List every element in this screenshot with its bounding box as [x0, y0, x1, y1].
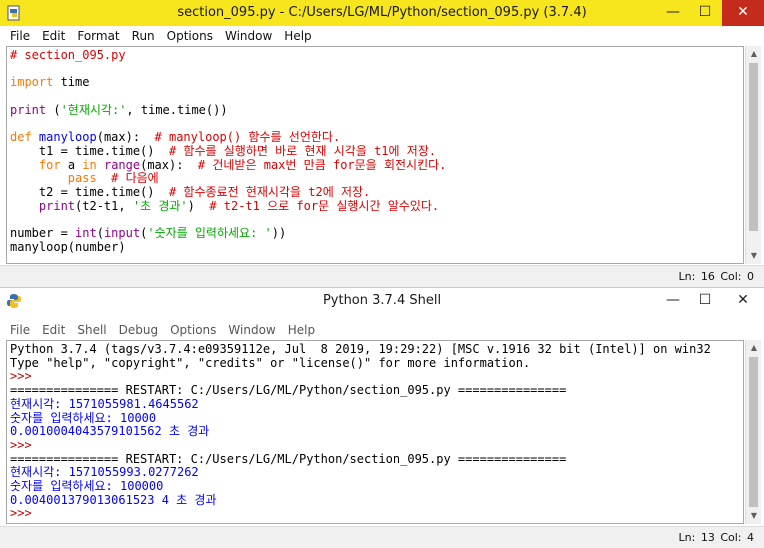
code-string: '초 경과'	[132, 198, 188, 213]
code-text-span	[97, 171, 111, 185]
code-text-span: (	[96, 226, 104, 241]
shell-menubar: File Edit Shell Debug Options Window Hel…	[0, 320, 764, 340]
code-comment: # 다음에	[111, 171, 159, 186]
code-comment: # t2-t1 으로 for문 실행시간 알수있다.	[209, 198, 440, 213]
shell-prompt: >>>	[10, 369, 39, 384]
menu-debug[interactable]: Debug	[113, 323, 164, 337]
code-text-span: (max):	[96, 130, 155, 145]
editor-menubar: File Edit Format Run Options Window Help	[0, 26, 764, 46]
code-builtin: input	[103, 226, 141, 241]
menu-shell[interactable]: Shell	[71, 323, 112, 337]
restart-line: =============== RESTART: C:/Users/LG/ML/…	[10, 451, 567, 466]
menu-options[interactable]: Options	[164, 323, 222, 337]
code-text-span: (max):	[140, 157, 198, 172]
menu-window[interactable]: Window	[219, 29, 278, 43]
menu-edit[interactable]: Edit	[36, 323, 71, 337]
code-text-span	[10, 171, 68, 185]
code-comment: # 건네받은 max번 만큼 for문을 회전시킨다.	[197, 157, 447, 172]
shell-titlebar[interactable]: Python 3.7.4 Shell — ☐ ✕	[0, 288, 764, 314]
code-text-span: time	[53, 75, 90, 90]
editor-scrollbar[interactable]: ▲ ▼	[745, 46, 761, 264]
code-keyword: for	[38, 157, 61, 172]
output-line: 현재시각: 1571055993.0277262	[10, 465, 199, 480]
code-text-span: , time.time())	[126, 102, 228, 117]
code-string: '숫자를 입력하세요: '	[147, 226, 272, 241]
shell-output[interactable]: Python 3.7.4 (tags/v3.7.4:e09359112e, Ju…	[6, 340, 744, 524]
output-line: 숫자를 입력하세요: 100000	[10, 479, 164, 494]
code-text-span: manyloop(number)	[10, 239, 126, 254]
restart-line: =============== RESTART: C:/Users/LG/ML/…	[10, 383, 567, 398]
code-function-name: manyloop	[38, 130, 97, 145]
menu-window[interactable]: Window	[222, 323, 281, 337]
code-text: # section_095.py ​ import time ​ print (…	[7, 47, 743, 255]
code-text-span: t2 = time.time()	[10, 185, 169, 200]
code-text-span: (t2-t1,	[75, 198, 133, 213]
output-line: 0.0010004043579101562 초 경과	[10, 424, 210, 439]
code-keyword: in	[82, 157, 97, 172]
output-line: 현재시각: 1571055981.4645562	[10, 396, 199, 411]
scroll-thumb[interactable]	[749, 357, 758, 507]
shell-window-title: Python 3.7.4 Shell	[322, 293, 442, 308]
code-text-span	[10, 199, 39, 213]
code-comment: # section_095.py	[10, 48, 126, 62]
scroll-thumb[interactable]	[749, 63, 758, 231]
code-keyword: import	[10, 75, 54, 90]
editor-statusbar: Ln: 16 Col: 0	[0, 265, 764, 287]
scroll-down-arrow-icon[interactable]: ▼	[746, 248, 762, 264]
menu-format[interactable]: Format	[71, 29, 125, 43]
minimize-button[interactable]: —	[656, 288, 690, 314]
menu-run[interactable]: Run	[126, 29, 161, 43]
close-button[interactable]: ✕	[722, 0, 764, 26]
shell-banner: Type "help", "copyright", "credits" or "…	[10, 355, 531, 370]
code-builtin: print	[10, 102, 47, 117]
menu-edit[interactable]: Edit	[36, 29, 71, 43]
code-keyword: pass	[67, 171, 97, 186]
scroll-up-arrow-icon[interactable]: ▲	[746, 340, 762, 356]
shell-text: Python 3.7.4 (tags/v3.7.4:e09359112e, Ju…	[7, 341, 743, 521]
output-line: 0.004001379013061523 4 초 경과	[10, 492, 217, 507]
code-text-span: ))	[271, 226, 287, 241]
menu-file[interactable]: File	[4, 29, 36, 43]
code-text-span	[32, 130, 39, 144]
cursor-position: Ln: 13 Col: 4	[678, 531, 754, 544]
code-text-span: (	[46, 102, 61, 117]
scroll-up-arrow-icon[interactable]: ▲	[746, 46, 762, 62]
code-text-span: )	[187, 198, 210, 213]
maximize-button[interactable]: ☐	[688, 288, 722, 314]
shell-prompt: >>>	[10, 437, 39, 452]
code-comment: # manyloop() 함수를 선언한다.	[154, 130, 341, 145]
code-keyword: def	[10, 130, 32, 145]
code-string: '현재시각:'	[60, 102, 127, 117]
menu-help[interactable]: Help	[278, 29, 317, 43]
menu-help[interactable]: Help	[282, 323, 321, 337]
menu-file[interactable]: File	[4, 323, 36, 337]
code-comment: # 함수를 실행하면 바로 현재 시각을 t1에 저장.	[168, 143, 437, 158]
code-text-span: a	[60, 157, 83, 172]
maximize-button[interactable]: ☐	[688, 0, 722, 26]
shell-banner: Python 3.7.4 (tags/v3.7.4:e09359112e, Ju…	[10, 342, 711, 356]
code-text-span: number =	[10, 226, 76, 241]
minimize-button[interactable]: —	[656, 0, 690, 26]
code-comment: # 함수종료전 현재시각을 t2에 저장.	[168, 185, 371, 200]
cursor-position: Ln: 16 Col: 0	[678, 270, 754, 283]
output-line: 숫자를 입력하세요: 10000	[10, 410, 157, 425]
code-text-span	[97, 158, 104, 172]
editor-window: section_095.py - C:/Users/LG/ML/Python/s…	[0, 0, 764, 288]
code-text-span: t1 = time.time()	[10, 143, 169, 158]
shell-prompt: >>>	[10, 506, 39, 521]
close-button[interactable]: ✕	[722, 288, 764, 314]
editor-titlebar[interactable]: section_095.py - C:/Users/LG/ML/Python/s…	[0, 0, 764, 26]
editor-window-title: section_095.py - C:/Users/LG/ML/Python/s…	[177, 5, 587, 20]
code-builtin: print	[38, 198, 76, 213]
code-builtin: int	[75, 226, 97, 241]
code-builtin: range	[103, 157, 141, 172]
shell-statusbar: Ln: 13 Col: 4	[0, 526, 764, 548]
scroll-down-arrow-icon[interactable]: ▼	[746, 508, 762, 524]
shell-scrollbar[interactable]: ▲ ▼	[745, 340, 761, 524]
code-text-span	[10, 158, 39, 172]
shell-window: Python 3.7.4 Shell — ☐ ✕ File Edit Shell…	[0, 288, 764, 548]
menu-options[interactable]: Options	[161, 29, 219, 43]
code-editor[interactable]: # section_095.py ​ import time ​ print (…	[6, 46, 744, 264]
